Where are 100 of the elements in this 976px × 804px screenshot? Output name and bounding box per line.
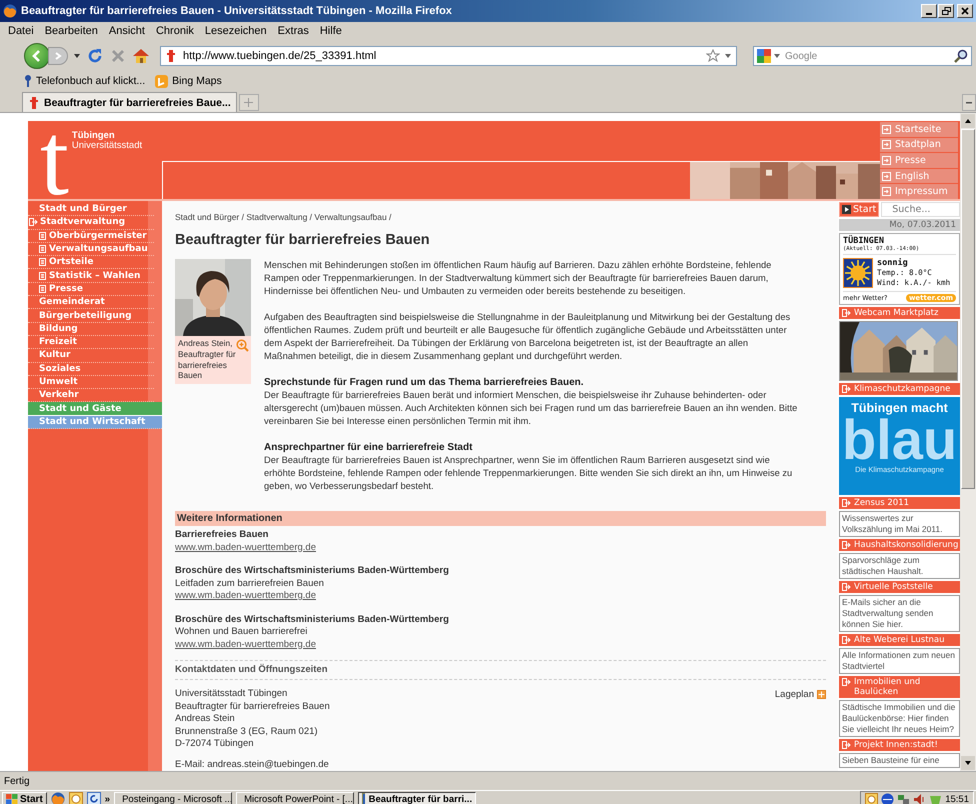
box-header[interactable]: Klimaschutzkampagne xyxy=(839,383,960,395)
box-text: Sparvorschläge zum städtischen Haushalt. xyxy=(839,553,960,579)
link[interactable]: www.wm.baden-wuerttemberg.de xyxy=(175,542,316,554)
nav-item[interactable]: Verwaltungsaufbau xyxy=(28,242,154,256)
search-field[interactable]: Suche... xyxy=(881,202,960,217)
bookmark-item[interactable]: Bing Maps xyxy=(155,74,222,88)
dropdown-caret-icon[interactable] xyxy=(725,54,731,58)
menu-item[interactable]: Bearbeiten xyxy=(44,25,98,37)
tab-list-button[interactable] xyxy=(962,94,976,111)
search-field[interactable]: Google xyxy=(753,46,972,66)
nav-item[interactable]: Freizeit xyxy=(28,336,154,350)
box-header[interactable]: Zensus 2011 xyxy=(839,497,960,509)
nav-item[interactable]: Oberbürgermeister xyxy=(28,230,154,243)
restore-icon xyxy=(942,7,950,15)
clock-icon[interactable] xyxy=(865,792,878,804)
plus-icon xyxy=(244,98,254,107)
map-link[interactable]: Lageplan xyxy=(774,688,826,700)
firefox-icon[interactable] xyxy=(50,792,65,804)
speaker-icon[interactable] xyxy=(913,792,926,804)
box-header[interactable]: Virtuelle Poststelle xyxy=(839,581,960,593)
search-placeholder: Google xyxy=(784,50,818,62)
paragraph: Der Beauftragte für barrierefreies Bauen berät und informiert Menschen, die beispielsweise ihr Zuhause behinderten- oder altersgerecht (um)bauen müssen. Auch Architekten können sich bei Fragen rund um das barrierefreie Bauen an ihn wenden. Bitte vereinbaren Sie bei Interesse einen persönlichen Termin mit ihm. xyxy=(264,389,798,428)
box-text: Wissenswertes zur Volkszählung im Mai 2011. xyxy=(839,511,960,537)
clock-time: 15:51 xyxy=(945,794,969,804)
nav-item[interactable]: Soziales xyxy=(28,362,154,376)
nav-item[interactable]: Bürgerbeteiligung xyxy=(28,309,154,323)
box-header[interactable]: Webcam Marktplatz xyxy=(839,307,960,319)
arrow-icon xyxy=(842,541,851,549)
address-line: Beauftragter für barrierefreies Bauen xyxy=(175,700,330,713)
window-title: Beauftragter für barrierefreies Bauen - Universitätsstadt Tübingen - Mozilla Firefox xyxy=(21,5,452,17)
box-text: E-Mails sicher an die Stadtverwaltung senden können Sie hier. xyxy=(839,595,960,632)
arrow-box-icon xyxy=(882,187,891,196)
menu-item[interactable]: Chronik xyxy=(156,25,194,37)
more-chevron[interactable]: » xyxy=(104,794,110,804)
network-icon[interactable] xyxy=(897,792,910,804)
home-icon[interactable] xyxy=(132,48,150,64)
scrollbar[interactable] xyxy=(960,113,976,771)
dropdown-caret-icon[interactable] xyxy=(774,54,780,58)
nav-item[interactable]: Stadt und Wirtschaft xyxy=(28,416,162,430)
menu-item[interactable]: Hilfe xyxy=(320,25,342,37)
list-icon xyxy=(39,272,46,280)
section-bar: Weitere Informationen xyxy=(175,511,826,526)
back-button[interactable] xyxy=(24,43,50,69)
nav-item[interactable]: Stadt und Gäste xyxy=(28,402,162,416)
menu-item[interactable]: Extras xyxy=(278,25,309,37)
box-text: Alle Informationen zum neuen Stadtviertel xyxy=(839,648,960,674)
search-button[interactable]: Start xyxy=(839,202,880,217)
photo-caption: Andreas Stein, Beauftragter für barrierefreies Bauen xyxy=(178,338,236,380)
link[interactable]: www.wm.baden-wuerttemberg.de xyxy=(175,590,316,602)
start-button[interactable]: Start xyxy=(2,792,47,804)
section-heading: Kontaktdaten und Öffnungszeiten xyxy=(175,660,826,680)
taskbar-button[interactable]: Microsoft PowerPoint - [... xyxy=(236,792,354,804)
minimize-button[interactable] xyxy=(921,4,937,18)
nav-item[interactable]: Gemeinderat xyxy=(28,296,154,310)
site-favicon xyxy=(164,49,178,63)
scroll-up-icon[interactable] xyxy=(961,114,975,128)
scroll-thumb[interactable] xyxy=(961,129,975,489)
refresh-icon[interactable] xyxy=(86,792,101,804)
box-header[interactable]: Immobilien und Baulücken xyxy=(839,676,960,698)
header-link[interactable]: Startseite xyxy=(880,122,958,137)
taskbar-button[interactable]: Beauftragter für barri... xyxy=(358,792,476,804)
browser-tab[interactable]: Beauftragter für barrierefreies Baue... xyxy=(22,92,237,112)
nav-item[interactable]: Stadt und Bürger xyxy=(28,203,154,216)
nav-item[interactable]: Statistik – Wahlen xyxy=(28,269,154,283)
close-button[interactable] xyxy=(957,4,973,18)
header-link[interactable]: Stadtplan xyxy=(880,138,958,152)
breadcrumb: Stadt und Bürger / Stadtverwaltung / Verwaltungsaufbau / xyxy=(175,212,392,222)
header-link[interactable]: English xyxy=(880,168,958,184)
search-engine-icon xyxy=(757,49,771,63)
address-line: Universitätsstadt Tübingen xyxy=(175,688,288,700)
address-field[interactable]: http://www.tuebingen.de/25_33391.html xyxy=(160,46,737,66)
bookmark-item[interactable]: Telefonbuch auf klickt... xyxy=(24,75,146,87)
dropdown-caret-icon[interactable] xyxy=(74,54,80,58)
nav-item[interactable]: Presse xyxy=(28,282,154,296)
address-line: D-72074 Tübingen xyxy=(175,738,255,750)
weather-condition: sonnig xyxy=(877,258,909,268)
box-header[interactable]: Haushaltskonsolidierung xyxy=(839,539,960,551)
menu-item[interactable]: Ansicht xyxy=(108,25,145,37)
forward-button[interactable] xyxy=(48,47,68,65)
clock-icon[interactable] xyxy=(68,792,83,804)
nav-item[interactable]: Bildung xyxy=(28,322,154,336)
nav-item[interactable]: Ortsteile xyxy=(28,256,154,270)
nav-item[interactable]: Stadtverwaltung xyxy=(28,216,154,230)
menu-item[interactable]: Datei xyxy=(8,25,34,37)
search-icon[interactable] xyxy=(954,49,968,63)
box-header[interactable]: Alte Weberei Lustnau xyxy=(839,634,960,646)
scroll-down-icon[interactable] xyxy=(961,756,975,770)
menu-item[interactable]: Lesezeichen xyxy=(204,25,267,37)
reload-icon[interactable] xyxy=(86,47,104,65)
header-link[interactable]: Impressum xyxy=(880,184,958,199)
link[interactable]: www.wm.baden-wuerttemberg.de xyxy=(175,638,316,651)
box-text: Sieben Bausteine für eine xyxy=(839,753,960,768)
maximize-button[interactable] xyxy=(938,4,954,18)
box-text: Städtische Immobilien und die Baulückenbörse: Hier finden Sie vielleicht Ihr neues Heim? xyxy=(839,700,960,737)
box-header[interactable]: Projekt Innen:stadt! xyxy=(839,739,960,751)
arrow-icon xyxy=(29,218,38,226)
nav-item[interactable]: Umwelt xyxy=(28,376,154,390)
star-icon[interactable] xyxy=(706,49,720,63)
header-link[interactable]: Presse xyxy=(880,153,958,168)
nav-item[interactable]: Kultur xyxy=(28,349,154,363)
